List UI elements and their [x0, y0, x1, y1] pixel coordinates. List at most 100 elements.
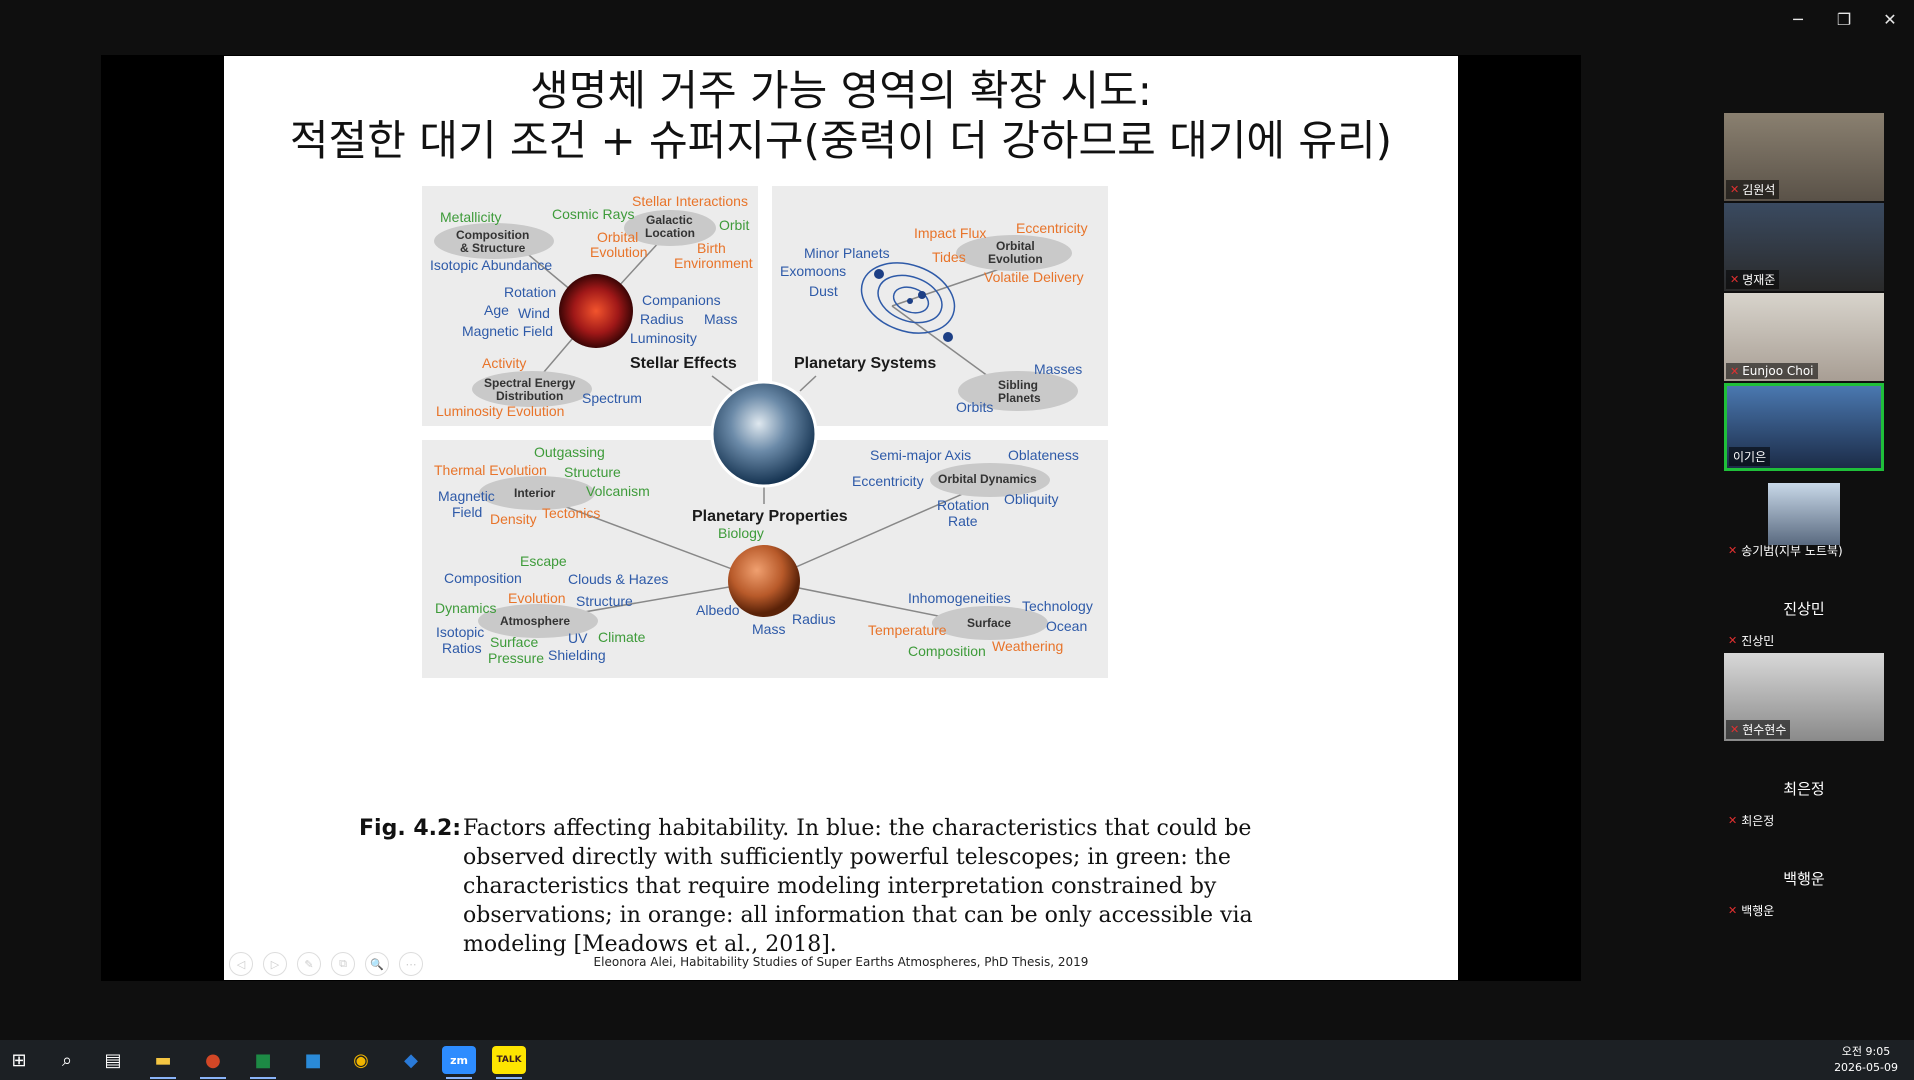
chrome-icon[interactable]: ◉	[344, 1046, 378, 1074]
kakaotalk-icon[interactable]: TALK	[492, 1046, 526, 1079]
system-clock[interactable]: 오전 9:05 2026-05-09	[1834, 1044, 1898, 1076]
lbl: Eccentricity	[1016, 220, 1088, 236]
lbl: Climate	[598, 629, 646, 645]
lbl: Thermal Evolution	[434, 462, 547, 478]
lbl: Wind	[518, 305, 550, 321]
arrow-app-icon[interactable]: ◆	[394, 1046, 428, 1074]
lbl: Outgassing	[534, 444, 605, 460]
participant-label: ✕ 김원석	[1726, 180, 1780, 199]
lbl: Shielding	[548, 647, 606, 663]
slides-icon[interactable]: ⧉	[331, 952, 355, 976]
lbl: Structure	[564, 464, 621, 480]
lbl: Isotopic Abundance	[430, 257, 552, 273]
participant-label: ✕ Eunjoo Choi	[1726, 363, 1818, 379]
lbl: Age	[484, 302, 509, 318]
lbl: Technology	[1022, 598, 1093, 614]
properties-heading: Planetary Properties	[692, 508, 848, 525]
lbl: Structure	[576, 593, 633, 609]
lbl: Semi-major Axis	[870, 447, 971, 463]
clock-date: 2026-05-09	[1834, 1061, 1898, 1074]
lbl: Tectonics	[542, 505, 600, 521]
lbl: Galactic	[646, 213, 693, 227]
participant-tile[interactable]: ✕ 김원석	[1724, 113, 1884, 201]
lbl: Dynamics	[435, 600, 496, 616]
lbl: Pressure	[488, 650, 544, 666]
lbl: Exomoons	[780, 263, 846, 279]
excel-icon[interactable]: ■	[246, 1046, 280, 1079]
lbl: Magnetic Field	[462, 323, 553, 339]
lbl: Temperature	[868, 622, 947, 638]
slide-title-line2: 적절한 대기 조건 + 슈퍼지구(중력이 더 강하므로 대기에 유리)	[289, 116, 1393, 165]
participant-tile[interactable]	[1768, 483, 1840, 545]
restore-button[interactable]: ❐	[1834, 10, 1854, 29]
lbl: Evolution	[508, 590, 566, 606]
lbl: Field	[452, 504, 482, 520]
mic-muted-icon: ✕	[1730, 364, 1740, 378]
mic-muted-icon: ✕	[1730, 273, 1740, 286]
participant-label: ✕ 진상민	[1728, 634, 1775, 648]
stellar-heading: Stellar Effects	[630, 355, 737, 372]
lbl: Orbit	[719, 217, 749, 233]
lbl: Companions	[642, 292, 721, 308]
task-view-icon[interactable]: ▤	[96, 1046, 130, 1074]
participant-label: ✕ 현수현수	[1726, 720, 1791, 739]
lbl: Spectrum	[582, 390, 642, 406]
systems-heading: Planetary Systems	[794, 355, 936, 372]
participant-tile[interactable]: ✕ 명재준	[1724, 203, 1884, 291]
participant-name-tile[interactable]: 최은정	[1724, 778, 1884, 799]
prev-slide-icon[interactable]: ◁	[229, 952, 253, 976]
lbl: Environment	[674, 255, 753, 271]
zoom-icon[interactable]: 🔍	[365, 952, 389, 976]
lbl: Atmosphere	[500, 614, 570, 628]
lbl: Rotation	[937, 497, 989, 513]
slide-controls: ◁ ▷ ✎ ⧉ 🔍 ⋯	[229, 952, 423, 976]
lbl: Evolution	[988, 252, 1043, 266]
lbl: Isotopic	[436, 624, 484, 640]
mic-muted-icon: ✕	[1728, 544, 1738, 557]
windows-icon[interactable]: ⊞	[2, 1046, 36, 1074]
participant-tile[interactable]: ✕ 현수현수	[1724, 653, 1884, 741]
pen-icon[interactable]: ✎	[297, 952, 321, 976]
lbl: Rotation	[504, 284, 556, 300]
lbl: Cosmic Rays	[552, 206, 634, 222]
participant-name-tile[interactable]: 진상민	[1724, 598, 1884, 619]
lbl: Mass	[704, 311, 737, 327]
lbl: Orbits	[956, 399, 993, 415]
powerpoint-icon[interactable]: ●	[196, 1046, 230, 1079]
lbl: Planets	[998, 391, 1041, 405]
participant-name-tile[interactable]: 백행운	[1724, 868, 1884, 889]
lbl: Orbital	[996, 239, 1035, 253]
lbl: UV	[568, 630, 588, 646]
more-icon[interactable]: ⋯	[399, 952, 423, 976]
search-icon[interactable]: ⌕	[50, 1046, 84, 1074]
participant-label: ✕ 백행운	[1728, 904, 1775, 918]
lbl: Eccentricity	[852, 473, 924, 489]
participant-tile-active-speaker[interactable]: 이기은	[1724, 383, 1884, 471]
lbl: Surface	[490, 634, 538, 650]
figure-label: Fig. 4.2:	[359, 816, 462, 841]
hwp-icon[interactable]: ■	[296, 1046, 330, 1074]
lbl: Interior	[514, 486, 556, 500]
slide-title-line1: 생명체 거주 가능 영역의 확장 시도:	[530, 66, 1152, 115]
next-slide-icon[interactable]: ▷	[263, 952, 287, 976]
lbl: Weathering	[992, 638, 1063, 654]
lbl: Sibling	[998, 378, 1038, 392]
lbl: Composition	[444, 570, 522, 586]
lbl: Mass	[752, 621, 785, 637]
minimize-button[interactable]: ─	[1788, 10, 1808, 29]
lbl: Composition	[908, 643, 986, 659]
lbl: Tides	[932, 249, 966, 265]
lbl: & Structure	[460, 241, 526, 255]
participant-tile[interactable]: ✕ Eunjoo Choi	[1724, 293, 1884, 381]
figure-text: Factors affecting habitability. In blue:…	[463, 816, 1253, 957]
file-explorer-icon[interactable]: ▬	[146, 1046, 180, 1079]
lbl: Density	[490, 511, 537, 527]
close-button[interactable]: ✕	[1880, 10, 1900, 29]
mic-muted-icon: ✕	[1728, 634, 1738, 647]
lbl: Stellar Interactions	[632, 193, 748, 209]
zoom-icon[interactable]: zm	[442, 1046, 476, 1079]
lbl: Impact Flux	[914, 225, 986, 241]
lbl: Birth	[697, 240, 726, 256]
lbl: Rate	[948, 513, 978, 529]
earth-image	[710, 380, 818, 488]
